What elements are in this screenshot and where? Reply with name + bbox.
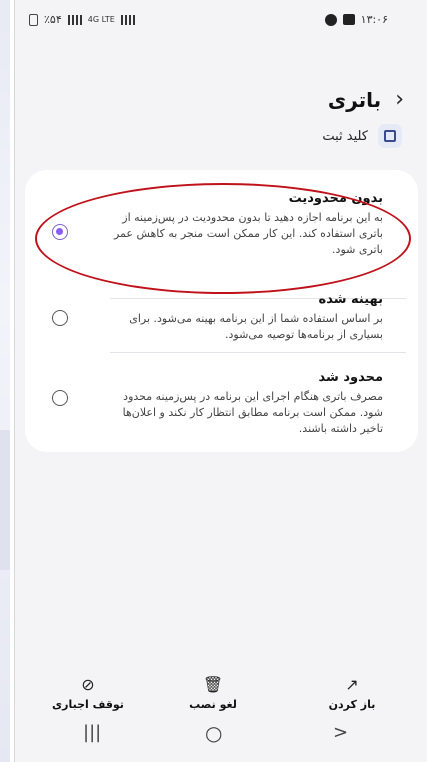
option-optimized[interactable]: بهینه شده بر اساس استفاده شما از این برن… (25, 292, 418, 352)
option-description: مصرف باتری هنگام اجرای این برنامه در پس‌… (122, 390, 383, 435)
page-title: باتری (327, 88, 382, 112)
option-description: به این برنامه اجازه دهید تا بدون محدودیت… (113, 211, 383, 256)
force-stop-button[interactable]: ⊘ توقف اجباری (43, 675, 133, 711)
uninstall-label: لغو نصب (189, 698, 237, 711)
status-bar: ٪۵۴ 4G LTE ۱۳:۰۶ (15, 0, 427, 42)
signal-icon (67, 14, 82, 25)
radio-restricted[interactable] (52, 390, 68, 406)
open-button[interactable]: ↗ باز کردن (307, 675, 397, 711)
option-text: بهینه شده بر اساس استفاده شما از این برن… (98, 292, 383, 343)
app-icon (378, 124, 402, 148)
app-icon-glyph (384, 130, 396, 142)
battery-percent: ٪۵۴ (44, 13, 62, 26)
battery-icon (29, 13, 38, 26)
option-unrestricted[interactable]: بدون محدودیت به این برنامه اجازه دهید تا… (25, 191, 418, 281)
page-header: ‹ باتری (328, 88, 404, 112)
app-info-row: کلید ثبت (322, 118, 402, 154)
recent-apps-icon[interactable]: ||| (83, 722, 101, 743)
calendar-icon (342, 14, 355, 25)
option-text: بدون محدودیت به این برنامه اجازه دهید تا… (98, 191, 383, 258)
force-stop-label: توقف اجباری (52, 698, 124, 711)
stop-icon: ⊘ (81, 675, 95, 694)
open-external-icon: ↗ (345, 675, 359, 694)
radio-unrestricted[interactable] (52, 224, 68, 240)
option-title: بهینه شده (318, 292, 383, 307)
bottom-actions: ↗ باز کردن 🗑 لغو نصب ⊘ توقف اجباری (15, 675, 427, 719)
open-label: باز کردن (328, 698, 376, 711)
option-restricted[interactable]: محدود شد مصرف باتری هنگام اجرای این برنا… (25, 370, 418, 440)
phone-screen: ٪۵۴ 4G LTE ۱۳:۰۶ ‹ باتری کلید ثبت بدون م… (14, 0, 427, 762)
navigation-bar: ||| ○ > (15, 721, 427, 754)
battery-options-card: بدون محدودیت به این برنامه اجازه دهید تا… (25, 170, 418, 452)
uninstall-button[interactable]: 🗑 لغو نصب (168, 675, 258, 711)
back-nav-icon[interactable]: > (333, 722, 348, 743)
background-strip (0, 0, 10, 762)
status-time: ۱۳:۰۶ (360, 13, 388, 26)
back-chevron-icon[interactable]: ‹ (395, 89, 404, 111)
radio-optimized[interactable] (52, 310, 68, 326)
option-title: محدود شد (318, 370, 384, 385)
app-name: کلید ثبت (322, 128, 368, 144)
notification-dot-icon (324, 13, 337, 26)
network-type: 4G LTE (87, 15, 115, 24)
home-icon[interactable]: ○ (205, 721, 222, 745)
status-right: ۱۳:۰۶ (324, 13, 388, 26)
option-description: بر اساس استفاده شما از این برنامه بهینه … (129, 312, 383, 341)
option-text: محدود شد مصرف باتری هنگام اجرای این برنا… (98, 370, 383, 437)
option-title: بدون محدودیت (288, 191, 383, 206)
signal-icon-2 (120, 14, 135, 25)
trash-icon: 🗑 (202, 675, 224, 694)
divider (110, 352, 406, 353)
status-left: ٪۵۴ 4G LTE (29, 13, 135, 26)
